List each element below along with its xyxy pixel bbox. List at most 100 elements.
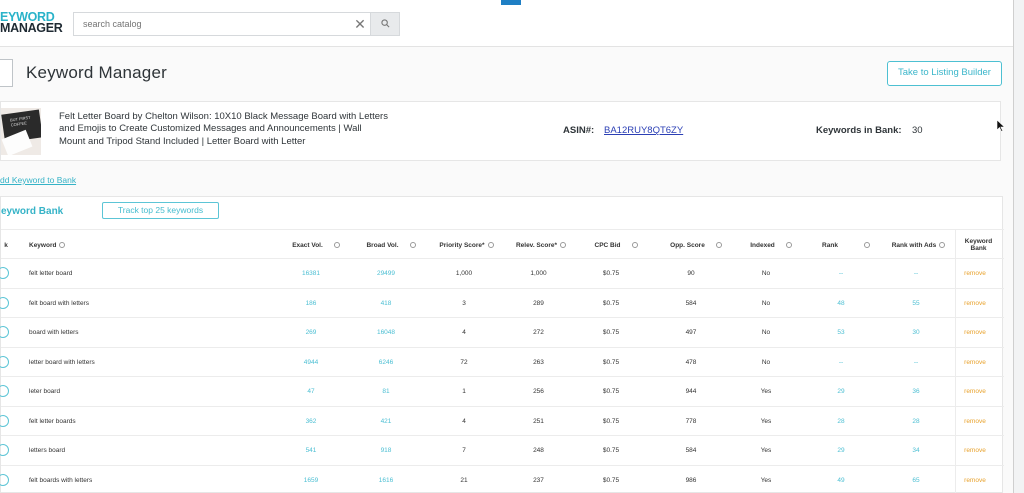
row-select-radio[interactable] [0,296,9,309]
search-box: ✕ [73,12,400,36]
relev-score-cell: 272 [533,329,544,336]
rank-with-ads-link[interactable]: 65 [881,466,951,493]
col-priority-score[interactable]: Priority Score* [429,230,504,260]
priority-score-cell: 1 [462,388,466,395]
col-exact-vol[interactable]: Exact Vol. [281,230,351,260]
rank-link[interactable]: 49 [811,466,871,493]
col-cpc-bid[interactable]: CPC Bid [586,230,646,260]
sort-icon[interactable] [939,242,946,248]
opp-score-cell: 497 [685,329,697,336]
remove-button[interactable]: remove [956,466,994,493]
asin-link[interactable]: BA12RUY8QT6ZY [604,125,683,136]
row-select-radio[interactable] [0,326,9,338]
keywords-in-bank-label: Keywords in Bank: [816,125,902,136]
search-input[interactable] [74,13,364,35]
opp-score-cell: 778 [685,417,697,425]
exact-vol-link[interactable]: 541 [281,436,341,465]
exact-vol-link[interactable]: 47 [281,377,341,406]
remove-button[interactable]: remove [956,289,994,318]
sort-icon[interactable] [59,242,66,248]
remove-button[interactable]: remove [956,348,994,377]
row-select-radio[interactable] [0,414,9,427]
take-to-listing-builder-button[interactable]: Take to Listing Builder [887,61,1002,86]
rank-link[interactable]: -- [811,259,871,288]
rank-link[interactable]: 28 [811,407,871,436]
rank-with-ads-link[interactable]: -- [881,259,951,288]
col-broad-vol[interactable]: Broad Vol. [356,230,426,260]
add-keyword-to-bank-link[interactable]: dd Keyword to Bank [0,175,76,185]
sort-icon[interactable] [631,242,638,248]
priority-score-cell: 72 [460,358,468,366]
indexed-cell: Yes [760,388,772,395]
rank-with-ads-link[interactable]: -- [881,348,951,377]
indexed-cell: No [761,270,771,277]
col-keyword[interactable]: Keyword [29,230,89,260]
broad-vol-link[interactable]: 16048 [356,318,416,347]
row-select-radio[interactable] [0,444,9,456]
exact-vol-link[interactable]: 362 [281,407,341,436]
rank-with-ads-link[interactable]: 30 [881,318,951,347]
page-title: Keyword Manager [26,63,167,82]
remove-button[interactable]: remove [956,436,994,465]
sort-icon[interactable] [560,242,567,248]
rank-link[interactable]: -- [811,348,871,377]
keywords-in-bank-count: 30 [912,125,923,136]
col-opp-score[interactable]: Opp. Score [661,230,731,260]
broad-vol-link[interactable]: 421 [356,407,416,436]
table-row: felt letter boards 362 421 4 251 $0.75 778 Yes 2… [0,407,1004,436]
opp-score-cell: 944 [685,388,697,395]
broad-vol-link[interactable]: 918 [356,436,416,465]
sidebar-toggle-button[interactable] [0,59,13,87]
search-icon [381,19,390,28]
rank-with-ads-link[interactable]: 34 [881,436,951,465]
sort-icon[interactable] [333,242,340,248]
col-rank[interactable]: Rank [811,230,881,260]
col-indexed[interactable]: Indexed [736,230,806,260]
rank-with-ads-link[interactable]: 55 [881,289,951,318]
exact-vol-link[interactable]: 4944 [281,348,341,377]
remove-button[interactable]: remove [956,407,994,436]
cpc-bid-cell: $0.75 [602,299,620,307]
mouse-cursor-icon [997,120,1005,132]
sort-icon[interactable] [715,242,722,248]
broad-vol-link[interactable]: 418 [356,289,416,318]
broad-vol-link[interactable]: 6246 [356,348,416,377]
rank-link[interactable]: 29 [811,436,871,465]
sort-icon[interactable] [409,242,416,248]
relev-score-cell: 263 [533,358,544,366]
col-rank-with-ads[interactable]: Rank with Ads [881,230,956,260]
broad-vol-link[interactable]: 81 [356,377,416,406]
row-select-radio[interactable] [0,355,9,368]
rank-with-ads-link[interactable]: 36 [881,377,951,406]
table-row: leter board 47 81 1 256 $0.75 944 Yes 29 36 remove [0,377,1004,407]
app-window: EYWORD MANAGER ✕ Keyword Manager Take to… [0,0,1014,493]
sort-icon[interactable] [863,242,870,248]
row-select-radio[interactable] [0,385,9,397]
col-relev-score[interactable]: Relev. Score* [506,230,576,260]
broad-vol-link[interactable]: 1616 [356,466,416,493]
opp-score-cell: 90 [687,270,695,277]
product-title: Felt Letter Board by Chelton Wilson: 10X… [59,111,388,147]
table-row: felt letter board 16381 29499 1,000 1,000 $0.… [0,259,1004,289]
sort-icon[interactable] [487,242,494,248]
clear-icon[interactable]: ✕ [353,16,367,33]
rank-link[interactable]: 29 [811,377,871,406]
rank-link[interactable]: 53 [811,318,871,347]
rank-with-ads-link[interactable]: 28 [881,407,951,436]
exact-vol-link[interactable]: 269 [281,318,341,347]
row-select-radio[interactable] [0,267,9,279]
exact-vol-link[interactable]: 16381 [281,259,341,288]
remove-button[interactable]: remove [956,259,994,288]
remove-button[interactable]: remove [956,318,994,347]
rank-link[interactable]: 48 [811,289,871,318]
broad-vol-link[interactable]: 29499 [356,259,416,288]
row-select-radio[interactable] [0,473,9,486]
exact-vol-link[interactable]: 186 [281,289,341,318]
search-button[interactable] [370,13,399,35]
app-logo[interactable]: EYWORD MANAGER [0,11,63,35]
remove-button[interactable]: remove [956,377,994,406]
exact-vol-link[interactable]: 1659 [281,466,341,493]
track-top-keywords-button[interactable]: Track top 25 keywords [102,202,219,219]
keyword-bank-section: eyword Bank Track top 25 keywords k Keyw… [0,196,1004,493]
sort-icon[interactable] [785,242,792,248]
